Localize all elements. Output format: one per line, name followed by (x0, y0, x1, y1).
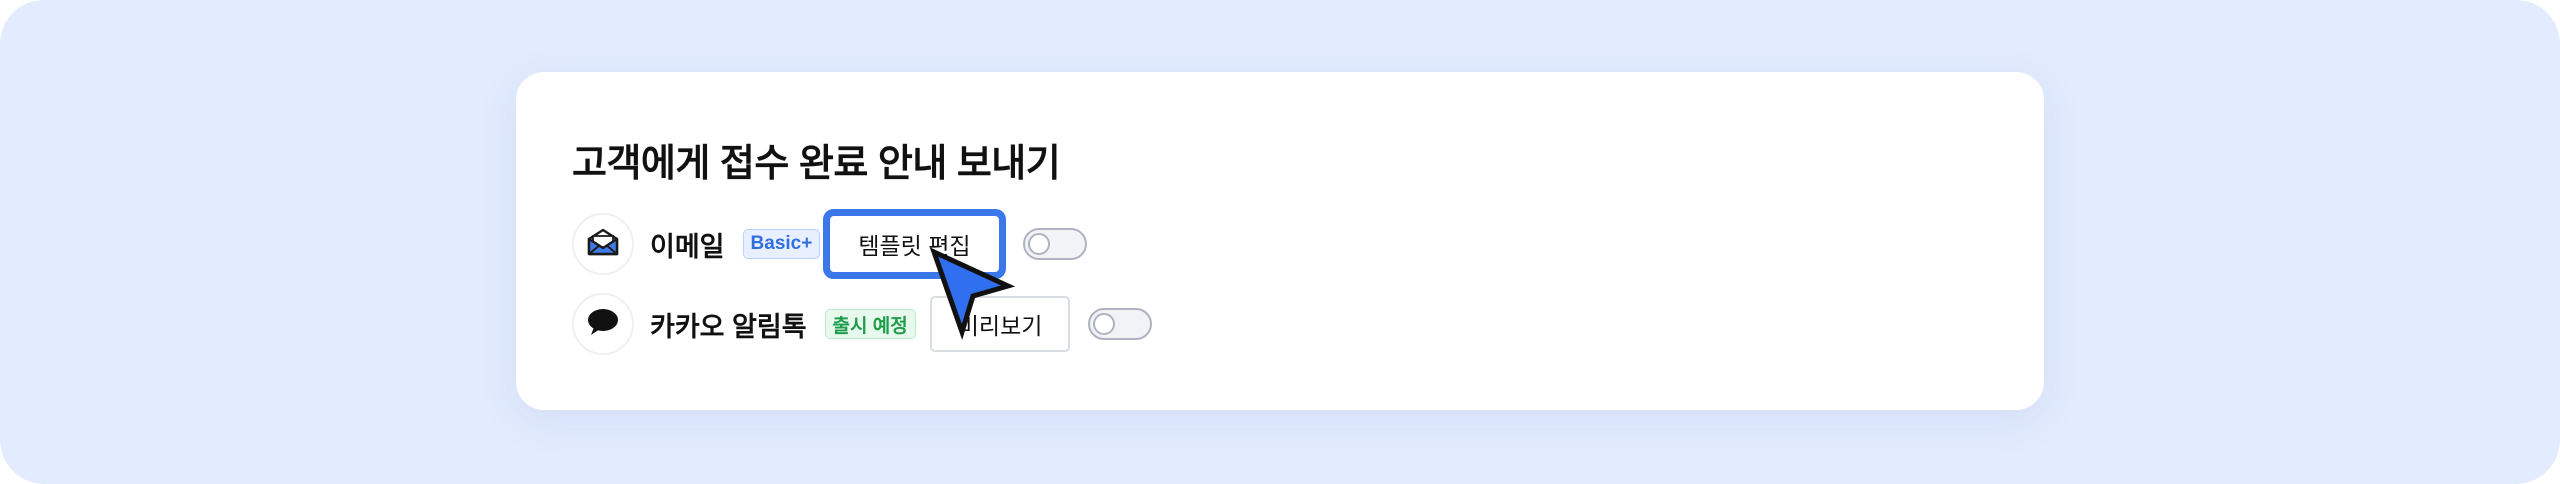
email-toggle[interactable] (1022, 228, 1087, 260)
notification-settings-card: 고객에게 접수 완료 안내 보내기 이메일 Basic+ 템플릿 편집 카카오 … (516, 72, 2044, 410)
envelope-icon (586, 227, 620, 262)
email-icon-container (572, 213, 634, 275)
toggle-knob (1093, 313, 1116, 335)
channel-row-kakao: 카카오 알림톡 출시 예정 미리보기 (572, 292, 1153, 356)
channel-label-email: 이메일 (650, 231, 725, 262)
speech-bubble-icon (586, 307, 620, 342)
plan-badge: Basic+ (742, 229, 821, 259)
channel-label-kakao: 카카오 알림톡 (650, 311, 807, 342)
section-title: 고객에게 접수 완료 안내 보내기 (572, 143, 1061, 185)
preview-button[interactable]: 미리보기 (929, 296, 1071, 352)
kakao-toggle[interactable] (1088, 308, 1153, 340)
edit-template-button[interactable]: 템플릿 편집 (830, 216, 999, 272)
toggle-knob (1027, 233, 1050, 255)
coming-soon-badge: 출시 예정 (824, 309, 916, 339)
channel-row-email: 이메일 Basic+ 템플릿 편집 (572, 212, 1087, 276)
kakao-icon-container (572, 293, 634, 355)
